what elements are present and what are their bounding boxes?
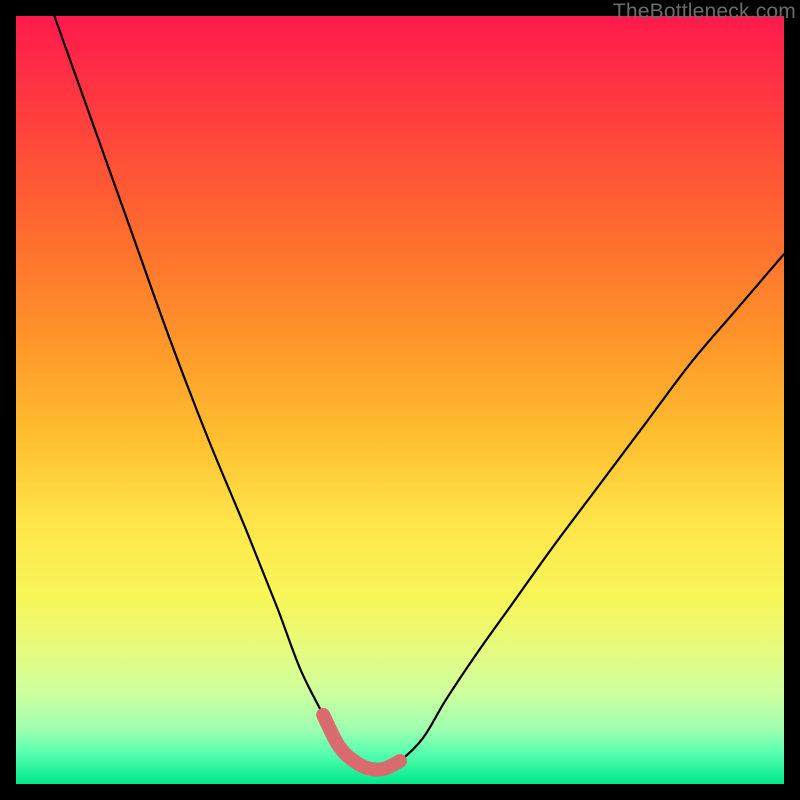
watermark-text: TheBottleneck.com bbox=[613, 0, 796, 24]
optimal-region-highlight bbox=[323, 715, 400, 770]
bottleneck-curve bbox=[54, 16, 784, 770]
chart-svg bbox=[16, 16, 784, 784]
chart-frame bbox=[16, 16, 784, 784]
plot-area bbox=[16, 16, 784, 784]
